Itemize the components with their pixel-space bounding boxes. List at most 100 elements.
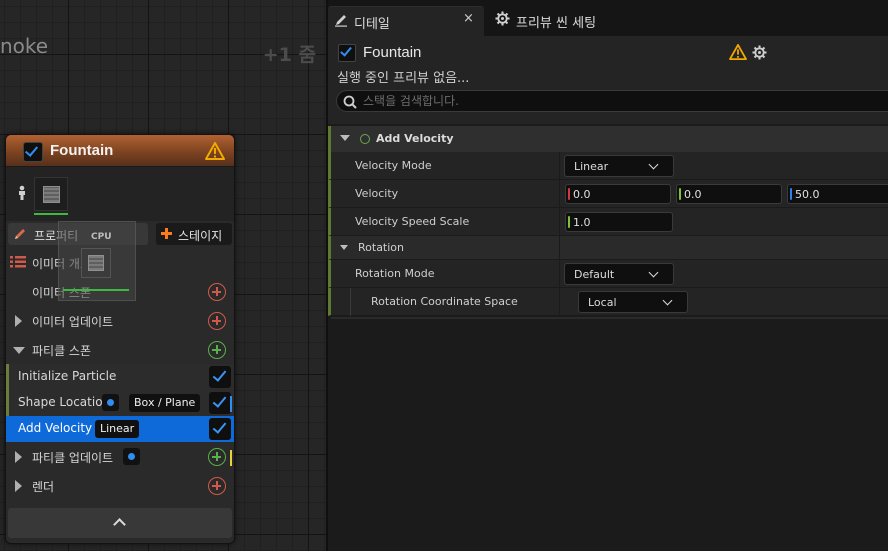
row-label: 렌더 bbox=[32, 480, 55, 494]
category-name: Rotation bbox=[358, 241, 405, 254]
add-renderer-icon[interactable] bbox=[208, 477, 226, 495]
graph-title: noke bbox=[0, 34, 49, 58]
module-status-icon bbox=[360, 134, 370, 144]
collapse-node-button[interactable] bbox=[8, 508, 232, 538]
velocity-mode-pill: Linear bbox=[95, 420, 140, 438]
warning-icon[interactable] bbox=[205, 142, 225, 160]
add-module-icon[interactable] bbox=[208, 341, 226, 359]
chip-image bbox=[88, 255, 104, 271]
velocity-y-field[interactable]: 0.0 bbox=[676, 184, 782, 204]
rotation-space-dropdown[interactable]: Local bbox=[578, 291, 688, 313]
column-divider[interactable] bbox=[559, 180, 560, 208]
chevron-up-icon bbox=[113, 518, 126, 531]
module-enable-checkbox[interactable] bbox=[209, 418, 231, 440]
add-module-icon[interactable] bbox=[208, 448, 226, 466]
preview-status: 실행 중인 프리뷰 없음... bbox=[337, 71, 470, 86]
row-label: 이미터 업데이트 bbox=[32, 315, 114, 329]
emitter-graph[interactable]: noke +1 줌 Fountain 프로퍼티 스테이지 이미터 이미터 CPU… bbox=[0, 0, 328, 551]
prop-rotation-coordinate-space: Rotation Coordinate Space Local bbox=[328, 288, 888, 316]
shape-value-pill: Box / Plane bbox=[129, 394, 201, 412]
row-particle-update[interactable]: 파티클 업데이트 bbox=[6, 443, 234, 471]
details-header: Fountain 실행 중인 프리뷰 없음... bbox=[328, 36, 888, 124]
rotation-mode-dropdown[interactable]: Default bbox=[564, 263, 674, 285]
details-panel: 디테일 × 프리뷰 씬 세팅 Fountain 실행 중인 프리뷰 없음... … bbox=[328, 0, 888, 551]
warning-icon[interactable] bbox=[729, 44, 747, 60]
expand-caret-icon[interactable] bbox=[15, 480, 22, 492]
emitter-node-title: Fountain bbox=[50, 142, 114, 159]
list-icon bbox=[10, 256, 26, 268]
emitter-node[interactable]: Fountain 프로퍼티 스테이지 이미터 이미터 CPU 이미터 업데이트 … bbox=[5, 134, 235, 544]
row-emitter-update[interactable]: 이미터 업데이트 bbox=[6, 307, 234, 335]
velocity-speed-scale-field[interactable]: 1.0 bbox=[565, 212, 673, 232]
checkmark-icon bbox=[212, 393, 227, 408]
person-icon bbox=[19, 185, 25, 200]
add-module-icon[interactable] bbox=[208, 312, 226, 330]
collapse-caret-icon[interactable] bbox=[340, 245, 348, 250]
gear-icon[interactable] bbox=[752, 45, 767, 60]
velocity-z-field[interactable]: 50.0 bbox=[787, 184, 888, 204]
section-add-velocity[interactable]: Add Velocity bbox=[328, 126, 888, 152]
expand-caret-icon[interactable] bbox=[15, 315, 22, 327]
cpu-chip-icon bbox=[81, 248, 111, 278]
details-body: Add Velocity Velocity Mode Linear Veloci… bbox=[328, 124, 888, 551]
close-icon[interactable]: × bbox=[463, 11, 474, 26]
category-rotation[interactable]: Rotation bbox=[328, 236, 888, 260]
column-divider[interactable] bbox=[559, 260, 560, 288]
row-particle-spawn[interactable]: 파티클 스폰 bbox=[6, 336, 234, 364]
pencil-icon bbox=[15, 229, 25, 239]
x-axis-marker bbox=[568, 188, 570, 200]
column-divider[interactable] bbox=[559, 236, 560, 260]
chevron-down-icon bbox=[648, 267, 659, 278]
gear-icon bbox=[495, 11, 510, 26]
dropdown-value: Linear bbox=[574, 160, 609, 173]
checkmark-icon bbox=[24, 143, 39, 157]
velocity-x-field[interactable]: 0.0 bbox=[565, 184, 671, 204]
prop-name: Velocity bbox=[355, 187, 399, 200]
emitter-enable-checkbox[interactable] bbox=[338, 44, 356, 62]
column-divider[interactable] bbox=[559, 288, 560, 316]
velocity-y-value: 0.0 bbox=[684, 188, 702, 201]
emitter-enable-checkbox[interactable] bbox=[23, 142, 43, 162]
prop-velocity-speed-scale: Velocity Speed Scale 1.0 bbox=[328, 208, 888, 236]
chevron-down-icon bbox=[662, 295, 673, 306]
emitter-thumbnail[interactable] bbox=[34, 177, 68, 211]
column-divider[interactable] bbox=[559, 152, 560, 180]
search-box[interactable] bbox=[336, 90, 888, 112]
velocity-z-value: 50.0 bbox=[795, 188, 820, 201]
indent-guide bbox=[350, 288, 351, 316]
module-label: Add Velocity bbox=[18, 421, 93, 435]
expand-caret-icon[interactable] bbox=[15, 451, 22, 463]
search-input[interactable] bbox=[363, 92, 863, 110]
tab-details[interactable]: 디테일 × bbox=[328, 6, 484, 36]
thumbnail-image bbox=[43, 186, 60, 203]
tab-preview-label: 프리뷰 씬 세팅 bbox=[516, 16, 597, 31]
module-add-velocity[interactable]: Add Velocity Linear bbox=[6, 416, 234, 442]
module-shape-location[interactable]: Shape Location Box / Plane bbox=[6, 390, 234, 416]
shape-dot-icon[interactable] bbox=[102, 394, 119, 411]
add-stage-label: 스테이지 bbox=[178, 229, 223, 243]
checkmark-icon bbox=[340, 44, 352, 57]
module-enable-checkbox[interactable] bbox=[209, 366, 231, 388]
module-enable-checkbox[interactable] bbox=[209, 392, 231, 414]
column-divider[interactable] bbox=[559, 208, 560, 236]
emitter-node-header[interactable]: Fountain bbox=[6, 135, 234, 167]
add-module-icon[interactable] bbox=[208, 283, 226, 301]
module-initialize-particle[interactable]: Initialize Particle bbox=[6, 364, 234, 390]
thumbnail-underline bbox=[34, 213, 68, 215]
cpu-label: CPU bbox=[91, 232, 112, 242]
tab-preview-settings[interactable]: 프리뷰 씬 세팅 bbox=[488, 6, 608, 36]
row-render[interactable]: 렌더 bbox=[6, 472, 234, 500]
tab-details-label: 디테일 bbox=[354, 17, 390, 32]
velocity-mode-dropdown[interactable]: Linear bbox=[564, 155, 674, 177]
checkmark-icon bbox=[212, 367, 227, 382]
velocity-x-value: 0.0 bbox=[573, 188, 591, 201]
section-bottom-rule bbox=[331, 317, 888, 319]
cpu-sim-overlay: CPU bbox=[58, 221, 136, 301]
details-tab-bar: 디테일 × 프리뷰 씬 세팅 bbox=[328, 0, 888, 36]
chevron-down-icon bbox=[648, 159, 659, 170]
add-stage-button[interactable]: 스테이지 bbox=[156, 223, 232, 245]
collapse-caret-icon[interactable] bbox=[13, 347, 25, 354]
collapse-caret-icon[interactable] bbox=[340, 135, 350, 141]
module-label: Initialize Particle bbox=[18, 369, 117, 383]
warning-dot-icon[interactable] bbox=[123, 448, 140, 465]
